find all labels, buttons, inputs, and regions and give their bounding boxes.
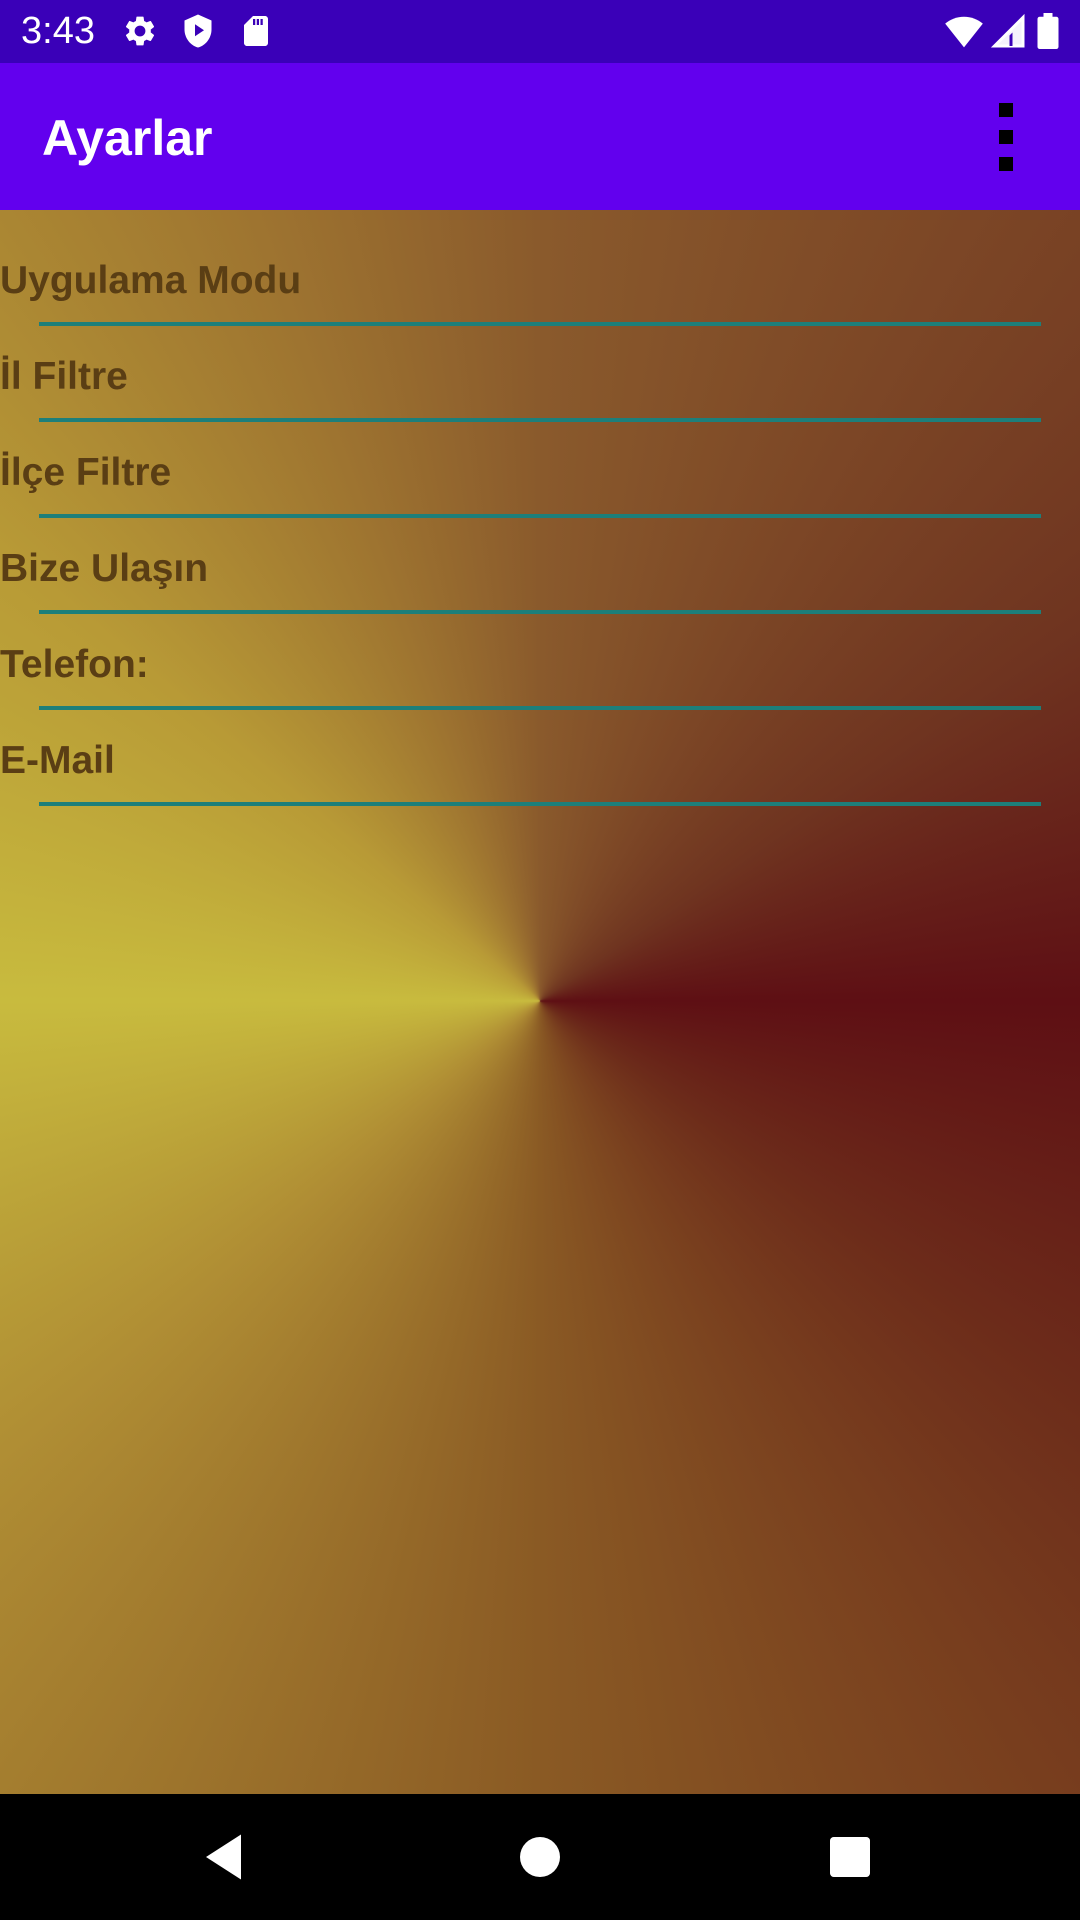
settings-list: Uygulama Modu İl Filtre İlçe Filtre Bize…	[0, 210, 1080, 1794]
wifi-icon	[944, 13, 984, 49]
setting-label: Telefon:	[0, 643, 149, 686]
app-bar: Ayarlar	[0, 63, 1080, 210]
setting-item-app-mode[interactable]: Uygulama Modu	[0, 210, 1080, 306]
battery-icon	[1036, 13, 1060, 49]
home-button[interactable]	[510, 1827, 570, 1887]
setting-item-phone[interactable]: Telefon:	[0, 594, 1080, 690]
system-nav-bar	[0, 1794, 1080, 1920]
sd-card-icon	[238, 13, 274, 49]
shield-play-icon	[180, 13, 216, 49]
status-bar: 3:43	[0, 0, 1080, 63]
setting-item-contact-us[interactable]: Bize Ulaşın	[0, 498, 1080, 594]
divider	[39, 802, 1041, 806]
setting-label: Bize Ulaşın	[0, 547, 209, 590]
setting-label: E-Mail	[0, 739, 115, 782]
home-icon	[520, 1837, 560, 1877]
page-title: Ayarlar	[42, 110, 213, 166]
back-button[interactable]	[196, 1827, 256, 1887]
more-options-button[interactable]	[980, 93, 1032, 181]
recents-button[interactable]	[820, 1827, 880, 1887]
cell-signal-icon	[990, 13, 1026, 49]
setting-item-email[interactable]: E-Mail	[0, 690, 1080, 786]
setting-label: İlçe Filtre	[0, 451, 172, 494]
setting-item-district-filter[interactable]: İlçe Filtre	[0, 402, 1080, 498]
status-time: 3:43	[21, 10, 95, 52]
gear-icon	[122, 13, 158, 49]
back-icon	[206, 1834, 241, 1880]
setting-label: İl Filtre	[0, 355, 128, 398]
recents-icon	[830, 1837, 870, 1877]
setting-label: Uygulama Modu	[0, 259, 302, 302]
setting-item-province-filter[interactable]: İl Filtre	[0, 306, 1080, 402]
